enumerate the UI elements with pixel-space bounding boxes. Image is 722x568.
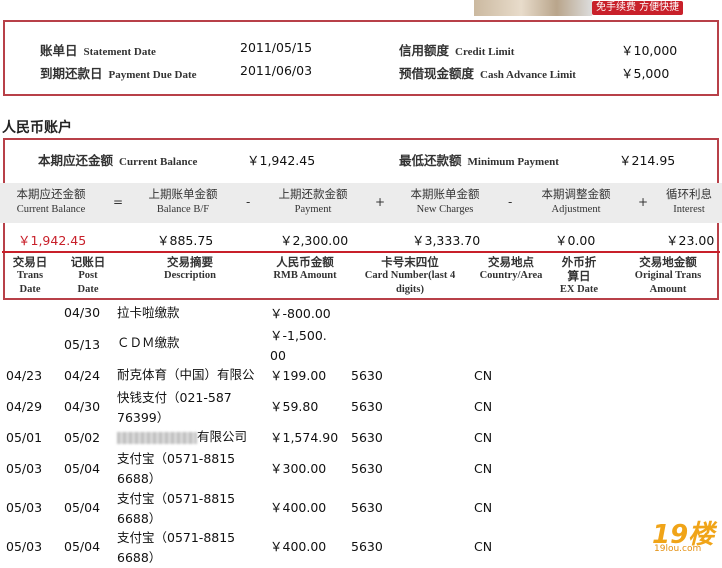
row-description: 快钱支付（021-58776399） — [117, 390, 232, 425]
row-description: 支付宝（0571-88156688） — [117, 530, 236, 565]
row-card: 5630 — [351, 500, 383, 515]
row-post-date: 05/13 — [64, 337, 101, 352]
calc-op-plus: + — [375, 195, 386, 209]
row-amount: ￥300.00 — [270, 461, 327, 476]
col-header-card-number: 卡号末四位 Card Number(last 4 digits) — [364, 255, 456, 295]
row-post-date: 04/30 — [64, 399, 101, 414]
statement-date-value: 2011/05/15 — [240, 40, 313, 55]
due-date-label: 到期还款日 Payment Due Date — [40, 66, 197, 81]
calc-amount-current-balance: ￥1,942.45 — [18, 233, 87, 248]
table-divider — [2, 251, 720, 253]
top-banner[interactable]: 免手续费 方便快捷 — [474, 0, 722, 16]
row-country: CN — [474, 399, 493, 414]
row-amount: ￥199.00 — [270, 368, 327, 383]
row-description: 支付宝（0571-88156688） — [117, 451, 236, 486]
row-description: 耐克体育（中国）有限公 — [117, 367, 255, 382]
minimum-payment-value: ￥214.95 — [619, 153, 676, 168]
current-balance-value: ￥1,942.45 — [247, 153, 316, 168]
row-trans-date: 05/03 — [6, 500, 43, 515]
current-balance-label: 本期应还金额 Current Balance — [38, 153, 198, 168]
statement-date-label: 账单日 Statement Date — [40, 43, 156, 58]
calc-amount-adjustment: ￥0.00 — [555, 233, 596, 248]
row-description: 拉卡啦缴款 — [117, 305, 180, 320]
row-country: CN — [474, 430, 493, 445]
row-trans-date: 04/29 — [6, 399, 43, 414]
row-card: 5630 — [351, 539, 383, 554]
row-amount: ￥400.00 — [270, 539, 327, 554]
col-header-description: 交易摘要 Description — [164, 255, 216, 281]
col-header-trans-date: 交易日 Trans Date — [12, 255, 48, 295]
calc-amount-new-charges: ￥3,333.70 — [412, 233, 481, 248]
minimum-payment-label: 最低还款额 Minimum Payment — [399, 153, 559, 168]
calc-current-balance: 本期应还金额 Current Balance — [16, 187, 86, 215]
row-post-date: 05/04 — [64, 539, 101, 554]
cash-advance-limit-label: 预借现金额度 Cash Advance Limit — [399, 66, 576, 81]
row-post-date: 04/24 — [64, 368, 101, 383]
row-post-date: 05/04 — [64, 461, 101, 476]
calc-amount-payment: ￥2,300.00 — [280, 233, 349, 248]
row-description: 支付宝（0571-88156688） — [117, 491, 236, 526]
calc-balance-bf: 上期账单金额 Balance B/F — [148, 187, 218, 215]
calc-payment: 上期还款金额 Payment — [278, 187, 348, 215]
row-country: CN — [474, 368, 493, 383]
19lou-watermark-logo: 19楼 19lou.com — [652, 520, 715, 554]
row-description: 有限公司 — [117, 427, 247, 447]
row-country: CN — [474, 500, 493, 515]
banner-promo-label: 免手续费 方便快捷 — [592, 1, 684, 15]
col-header-original-amount: 交易地金额 Original Trans Amount — [634, 255, 702, 295]
row-amount: ￥-1,500.00 — [270, 328, 327, 363]
row-country: CN — [474, 461, 493, 476]
cash-advance-limit-value: ￥5,000 — [621, 66, 670, 81]
row-card: 5630 — [351, 430, 383, 445]
row-card: 5630 — [351, 399, 383, 414]
row-amount: ￥1,574.90 — [270, 430, 339, 445]
banner-image — [474, 0, 592, 16]
credit-limit-value: ￥10,000 — [621, 43, 678, 58]
col-header-ex-date: 外币折算日 EX Date — [559, 255, 599, 295]
calc-op-plus-2: + — [638, 195, 649, 209]
row-card: 5630 — [351, 368, 383, 383]
redacted-merchant — [117, 431, 197, 444]
col-header-post-date: 记账日 Post Date — [70, 255, 106, 295]
calc-adjustment: 本期调整金额 Adjustment — [541, 187, 611, 215]
row-amount: ￥59.80 — [270, 399, 319, 414]
calc-op-minus-2: - — [508, 195, 513, 209]
rmb-account-title: 人民币账户 — [2, 120, 72, 136]
col-header-country: 交易地点 Country/Area — [479, 255, 543, 281]
row-country: CN — [474, 539, 493, 554]
row-post-date: 05/02 — [64, 430, 101, 445]
row-amount: ￥400.00 — [270, 500, 327, 515]
row-trans-date: 05/03 — [6, 461, 43, 476]
row-trans-date: 04/23 — [6, 368, 43, 383]
calc-interest: 循环利息 Interest — [666, 187, 712, 215]
calc-amount-balance-bf: ￥885.75 — [157, 233, 214, 248]
balance-calculation-band: 本期应还金额 Current Balance = 上期账单金额 Balance B/… — [0, 183, 722, 223]
row-card: 5630 — [351, 461, 383, 476]
due-date-value: 2011/06/03 — [240, 63, 313, 78]
credit-limit-label: 信用额度 Credit Limit — [399, 43, 515, 58]
calc-amount-interest: ￥23.00 — [666, 233, 715, 248]
calc-op-minus: - — [246, 195, 251, 209]
row-amount: ￥-800.00 — [270, 306, 331, 321]
row-post-date: 05/04 — [64, 500, 101, 515]
col-header-rmb-amount: 人民币金额 RMB Amount — [273, 255, 337, 281]
calc-op-equals: = — [113, 195, 124, 209]
row-trans-date: 05/03 — [6, 539, 43, 554]
row-post-date: 04/30 — [64, 305, 101, 320]
calc-new-charges: 本期账单金额 New Charges — [410, 187, 480, 215]
row-trans-date: 05/01 — [6, 430, 43, 445]
row-description: ＣＤＭ缴款 — [117, 335, 180, 350]
